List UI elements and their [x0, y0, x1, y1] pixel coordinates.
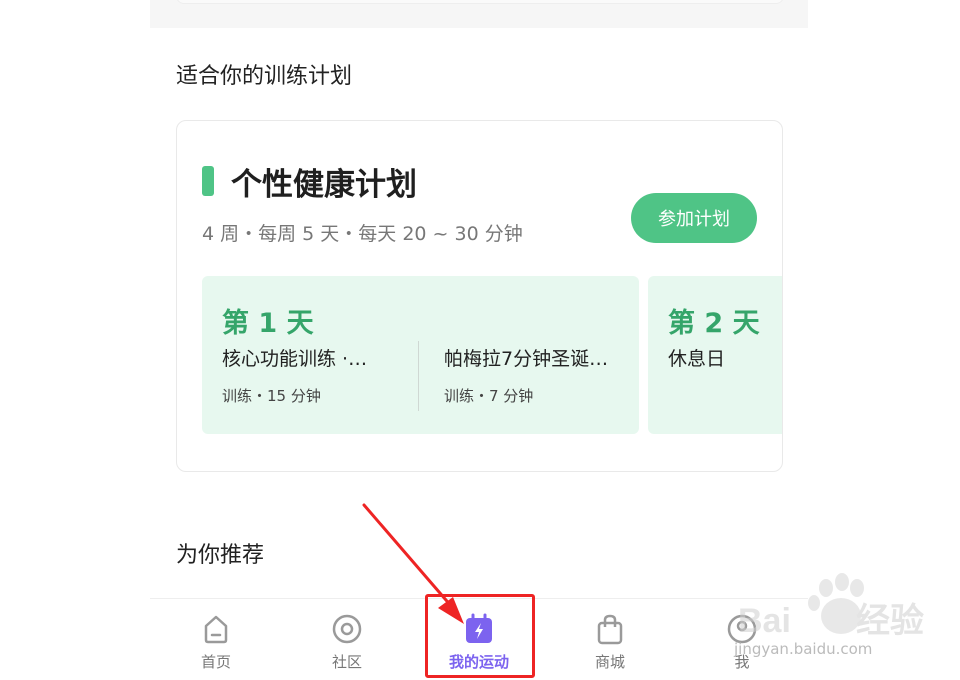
- plan-name: 个性健康计划: [231, 167, 417, 203]
- phone-screen: 适合你的训练计划 个性健康计划 4 周・每周 5 天・每天 20 ~ 30 分钟…: [150, 0, 808, 680]
- workout-meta: 训练・7 分钟: [444, 387, 534, 405]
- recommend-title: 为你推荐: [176, 543, 265, 568]
- tab-shop[interactable]: 商城: [560, 599, 660, 680]
- tab-label: 商城: [594, 653, 625, 671]
- community-icon: [332, 614, 362, 644]
- previous-section-strip: [150, 0, 808, 28]
- workout-divider: [418, 341, 419, 411]
- previous-card-edge: [176, 0, 784, 4]
- workout-item[interactable]: 帕梅拉7分钟圣诞… 训练・7 分钟: [444, 344, 624, 406]
- tab-label: 社区: [331, 653, 362, 671]
- shop-bag-icon: [597, 614, 623, 645]
- day-title: 第 2 天: [668, 308, 760, 339]
- plan-meta: 4 周・每周 5 天・每天 20 ~ 30 分钟: [202, 223, 523, 245]
- day-title: 第 1 天: [222, 308, 314, 339]
- home-icon: [204, 615, 228, 644]
- baidu-watermark-logo: Bai 经验: [738, 573, 924, 640]
- plan-accent-bar: [202, 166, 214, 196]
- section-title: 适合你的训练计划: [176, 64, 353, 89]
- workout-name: 帕梅拉7分钟圣诞…: [444, 348, 609, 370]
- svg-text:经验: 经验: [856, 601, 924, 640]
- day-card-2[interactable]: 第 2 天 休息日: [648, 276, 782, 434]
- svg-text:Bai: Bai: [738, 602, 791, 640]
- annotation-highlight-box: [425, 594, 535, 678]
- day-card-1[interactable]: 第 1 天 核心功能训练 ·… 训练・15 分钟 帕梅拉7分钟圣诞… 训练・7 …: [202, 276, 639, 434]
- workout-item[interactable]: 核心功能训练 ·… 训练・15 分钟: [222, 344, 402, 406]
- workout-meta: 训练・15 分钟: [222, 387, 321, 405]
- tab-label: 首页: [200, 653, 231, 671]
- tab-community[interactable]: 社区: [297, 599, 397, 680]
- plan-card[interactable]: 个性健康计划 4 周・每周 5 天・每天 20 ~ 30 分钟 参加计划 第 1…: [176, 120, 783, 472]
- watermark-url: jingyan.baidu.com: [734, 640, 873, 658]
- rest-day-label: 休息日: [668, 348, 726, 370]
- join-plan-button[interactable]: 参加计划: [631, 193, 757, 243]
- tab-home[interactable]: 首页: [166, 599, 266, 680]
- workout-name: 核心功能训练 ·…: [222, 348, 368, 370]
